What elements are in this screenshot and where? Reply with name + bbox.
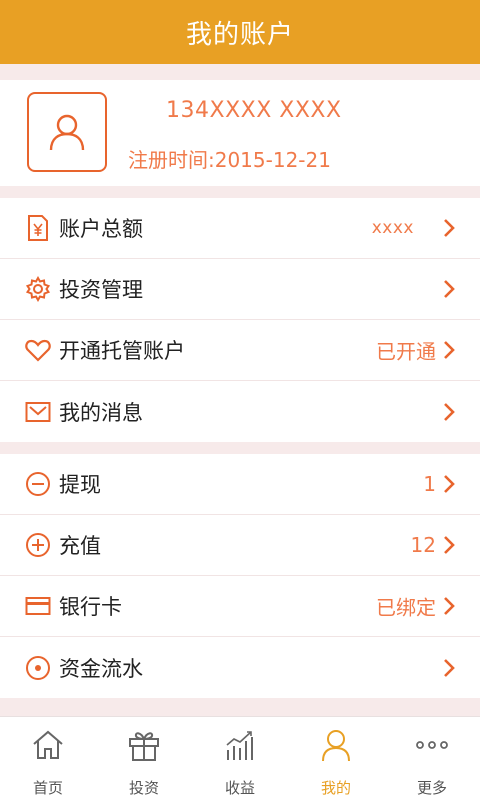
tab-earnings[interactable]: 收益 <box>192 717 288 800</box>
bank-card-status: 已绑定 <box>376 595 436 620</box>
card-icon <box>25 593 51 619</box>
menu-item-account-total[interactable]: 账户总额 xxxx <box>0 198 480 259</box>
bar-chart-icon <box>222 727 258 763</box>
menu-item-fund-flow[interactable]: 资金流水 <box>0 637 480 698</box>
menu-item-investment-management[interactable]: 投资管理 <box>0 259 480 320</box>
tab-mine[interactable]: 我的 <box>288 717 384 800</box>
gift-icon <box>126 727 162 763</box>
avatar[interactable] <box>27 92 107 172</box>
chevron-right-icon <box>444 402 455 421</box>
menu-item-label: 充值 <box>59 534 101 558</box>
menu-item-label: 投资管理 <box>59 278 143 302</box>
tab-label: 我的 <box>320 779 351 797</box>
chevron-right-icon <box>444 280 455 298</box>
menu-item-withdraw[interactable]: 提现 1 <box>0 454 480 515</box>
tab-label: 首页 <box>32 779 63 797</box>
tab-more[interactable]: 更多 <box>384 717 480 800</box>
menu-group-funds: 提现 1 充值 12 银行卡 已绑定 资金流水 <box>0 454 480 698</box>
chevron-right-icon <box>444 475 455 493</box>
page-title: 我的账户 <box>185 19 294 50</box>
custody-status-value: 已开通 <box>376 339 436 364</box>
chevron-right-icon <box>444 536 455 554</box>
withdraw-count: 1 <box>423 472 436 496</box>
menu-item-recharge[interactable]: 充值 12 <box>0 515 480 576</box>
envelope-icon <box>25 399 51 425</box>
gear-icon <box>25 276 51 302</box>
tab-label: 更多 <box>416 779 447 797</box>
more-dots-icon <box>414 727 450 763</box>
account-total-value: xxxx <box>371 218 414 238</box>
home-icon <box>30 727 66 763</box>
menu-item-label: 提现 <box>59 473 101 497</box>
chevron-right-icon <box>444 341 455 359</box>
profile-card: 134XXXX XXXX 注册时间:2015-12-21 <box>0 80 480 186</box>
recharge-count: 12 <box>410 533 436 557</box>
chevron-right-icon <box>444 219 455 237</box>
plus-circle-icon <box>25 532 51 558</box>
bottom-tab-bar: 首页 投资 收益 我的 更多 <box>0 716 480 800</box>
menu-item-custody-account[interactable]: 开通托管账户 已开通 <box>0 320 480 381</box>
menu-item-my-messages[interactable]: 我的消息 <box>0 381 480 442</box>
chevron-right-icon <box>444 597 455 615</box>
receipt-yen-icon <box>25 215 51 241</box>
phone-number: 134XXXX XXXX <box>166 98 342 123</box>
minus-circle-icon <box>25 471 51 497</box>
menu-item-bank-card[interactable]: 银行卡 已绑定 <box>0 576 480 637</box>
heart-icon <box>25 337 51 363</box>
tab-label: 投资 <box>128 779 159 797</box>
title-bar: 我的账户 <box>0 0 480 64</box>
menu-item-label: 资金流水 <box>59 656 143 681</box>
dot-circle-icon <box>25 655 51 681</box>
tab-home[interactable]: 首页 <box>0 717 96 800</box>
menu-item-label: 账户总额 <box>59 217 143 241</box>
chevron-right-icon <box>444 658 455 677</box>
tab-label: 收益 <box>224 779 255 797</box>
menu-item-label: 开通托管账户 <box>59 339 185 363</box>
menu-group-account: 账户总额 xxxx 投资管理 开通托管账户 已开通 我的消息 <box>0 198 480 442</box>
tab-invest[interactable]: 投资 <box>96 717 192 800</box>
menu-item-label: 银行卡 <box>59 595 122 619</box>
register-time: 注册时间:2015-12-21 <box>128 148 331 172</box>
user-icon <box>318 727 354 763</box>
user-icon <box>49 114 85 151</box>
menu-item-label: 我的消息 <box>59 400 143 425</box>
